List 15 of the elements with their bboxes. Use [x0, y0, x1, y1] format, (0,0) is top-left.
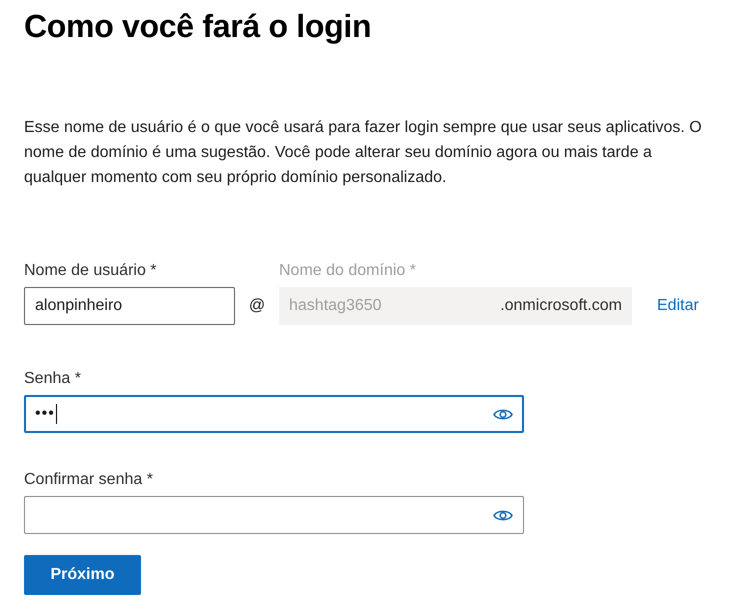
edit-link[interactable]: Editar: [657, 287, 699, 325]
field-label: Nome do domínio *: [279, 262, 417, 280]
eye-icon[interactable]: [493, 508, 513, 522]
username-field[interactable]: alonpinheiro: [24, 287, 235, 325]
field-label: Confirmar senha *: [24, 471, 153, 489]
password-field[interactable]: [24, 496, 524, 534]
password-field[interactable]: •••: [24, 395, 524, 433]
at-sign: @: [248, 296, 266, 316]
eye-icon[interactable]: [493, 408, 513, 420]
field-label: Nome de usuário *: [24, 262, 158, 280]
domain-suffix: .onmicrosoft.com: [500, 297, 622, 315]
page-title: Como você fará o login: [24, 8, 372, 45]
description-text: Esse nome de usuário é o que você usará para fazer login sempre que usar seus aplicativos. O nome de domínio é uma sugestão. Você pode alterar seu domínio agora ou mais tarde a qualquer momento com seu próprio domínio personalizado.: [24, 118, 703, 188]
field-label: Senha *: [24, 370, 81, 388]
next-button[interactable]: Próximo: [24, 555, 141, 595]
